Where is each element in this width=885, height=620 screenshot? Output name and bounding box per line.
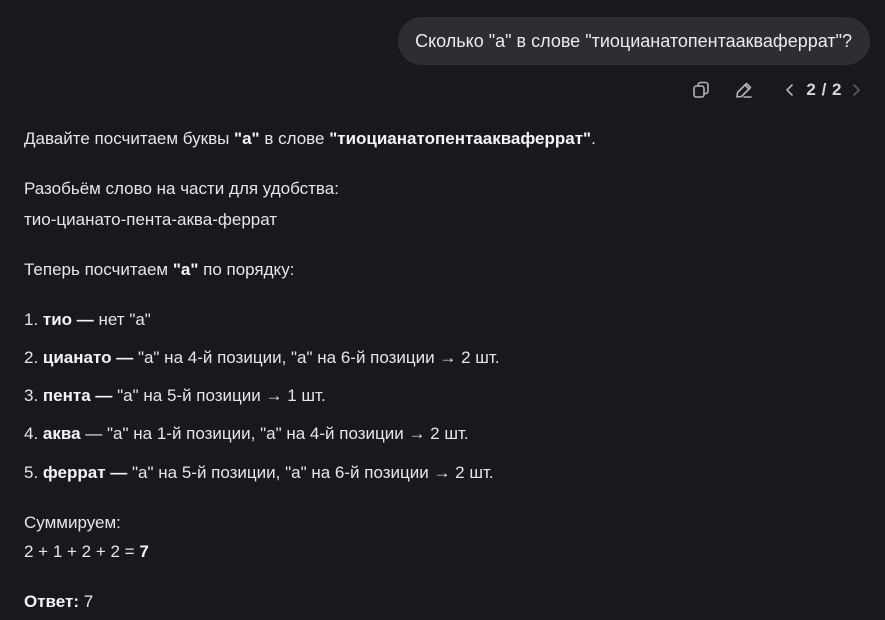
list-number: 2. xyxy=(24,348,43,367)
sum-expression: 2 + 1 + 2 + 2 = xyxy=(24,542,140,561)
intro-text: Давайте посчитаем буквы xyxy=(24,129,235,148)
final-answer: Ответ: 7 xyxy=(24,590,93,614)
chat-view: Сколько "а" в слове "тиоцианатопентааква… xyxy=(0,0,885,620)
list-dash: — xyxy=(111,348,138,367)
split-heading: Разобьём слово на части для удобства: xyxy=(24,179,339,198)
list-part: тио xyxy=(42,310,73,329)
list-text: "а" на 4-й позиции, "а" на 6-й позиции →… xyxy=(137,348,500,367)
intro-end: . xyxy=(591,129,596,148)
version-pager: 2 / 2 xyxy=(806,80,842,99)
count-letter: "а" xyxy=(172,260,199,279)
user-message-text: Сколько "а" в слове "тиоцианатопентааква… xyxy=(415,30,852,51)
list-text: "а" на 5-й позиции → 1 шт. xyxy=(117,386,326,405)
previous-version-button[interactable] xyxy=(782,76,798,104)
user-message-bubble: Сколько "а" в слове "тиоцианатопентааква… xyxy=(398,17,870,65)
list-item: 5. феррат — "а" на 5-й позиции, "а" на 6… xyxy=(24,461,494,485)
chevron-left-icon xyxy=(786,84,794,96)
intro-mid: в слове xyxy=(259,129,330,148)
split-word: тио-цианато-пента-аква-феррат xyxy=(24,210,278,229)
list-number: 1. xyxy=(24,310,43,329)
list-dash: — xyxy=(105,463,133,482)
list-number: 3. xyxy=(24,386,43,405)
copy-button[interactable] xyxy=(687,76,715,104)
count-post: по порядку: xyxy=(198,260,295,279)
sum-heading: Суммируем: xyxy=(24,513,121,532)
list-item: 2. цианато — "а" на 4-й позиции, "а" на … xyxy=(24,346,500,370)
list-dash: — xyxy=(72,310,99,329)
sum-result: 7 xyxy=(139,542,149,561)
list-part: аква xyxy=(42,424,81,443)
message-action-bar: 2 / 2 xyxy=(687,76,864,104)
chevron-right-icon xyxy=(853,84,860,96)
list-number: 4. xyxy=(24,424,43,443)
intro-word: "тиоцианатопентаакваферрат" xyxy=(329,129,592,148)
list-item: 3. пента — "а" на 5-й позиции → 1 шт. xyxy=(24,384,326,408)
intro-line: Давайте посчитаем буквы "а" в слове "тио… xyxy=(24,127,596,151)
list-dash: — xyxy=(90,386,118,405)
list-number: 5. xyxy=(24,463,43,482)
list-part: феррат xyxy=(42,463,106,482)
intro-letter: "а" xyxy=(234,129,260,148)
list-text: нет "а" xyxy=(98,310,151,329)
edit-button[interactable] xyxy=(730,76,758,104)
list-text: "а" на 1-й позиции, "а" на 4-й позиции →… xyxy=(107,424,469,443)
list-dash: — xyxy=(80,424,108,443)
answer-value: 7 xyxy=(79,592,94,611)
answer-label: Ответ: xyxy=(24,592,79,611)
list-item: 1. тио — нет "а" xyxy=(24,308,151,332)
list-item: 4. аква — "а" на 1-й позиции, "а" на 4-й… xyxy=(24,422,469,446)
list-part: цианато xyxy=(42,348,112,367)
list-text: "а" на 5-й позиции, "а" на 6-й позиции →… xyxy=(132,463,494,482)
next-version-button[interactable] xyxy=(848,76,864,104)
count-text: Теперь посчитаем xyxy=(24,260,173,279)
sum-line: 2 + 1 + 2 + 2 = 7 xyxy=(24,540,149,564)
list-part: пента xyxy=(42,386,91,405)
pencil-icon xyxy=(736,82,753,98)
count-line: Теперь посчитаем "а" по порядку: xyxy=(24,258,294,282)
copy-icon xyxy=(693,81,710,98)
